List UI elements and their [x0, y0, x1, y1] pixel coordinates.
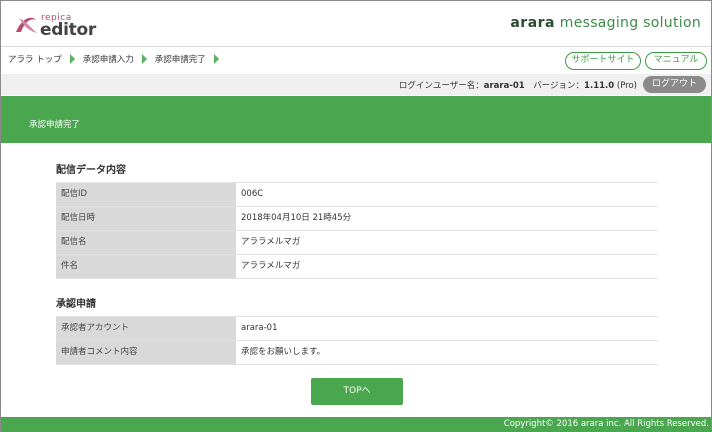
row-label: 配信ID	[56, 183, 236, 206]
login-user-prefix: ログインユーザー名：	[398, 81, 484, 91]
breadcrumb: アララ トップ 承認申請入力 承認申請完了	[8, 53, 227, 65]
breadcrumb-item-complete: 承認申請完了	[154, 55, 206, 65]
table-row: 配信ID 006C	[56, 183, 658, 207]
breadcrumb-item-input[interactable]: 承認申請入力	[83, 53, 134, 65]
support-site-button[interactable]: サポートサイト	[565, 52, 641, 70]
row-value: 承認をお願いします。	[236, 341, 658, 364]
row-value: arara-01	[236, 317, 658, 340]
repica-swirl-icon	[16, 17, 37, 33]
user-info-text: ログインユーザー名：arara-01 バージョン：1.11.0 (Pro)	[399, 79, 637, 91]
footer: Copyright© 2016 arara inc. All Rights Re…	[1, 417, 711, 432]
delivery-data-table: 配信ID 006C 配信日時 2018年04月10日 21時45分 配信名 アラ…	[56, 182, 658, 279]
table-row: 配信名 アララメルマガ	[56, 231, 658, 255]
row-value: 006C	[236, 183, 658, 206]
row-label: 申請者コメント内容	[56, 341, 236, 364]
version-suffix: (Pro)	[614, 81, 637, 91]
row-value: 2018年04月10日 21時45分	[236, 207, 658, 230]
breadcrumb-row: アララ トップ 承認申請入力 承認申請完了 サポートサイト マニュアル	[1, 48, 711, 72]
repica-editor-logo[interactable]: repica editor	[13, 10, 123, 40]
user-info-bar: ログインユーザー名：arara-01 バージョン：1.11.0 (Pro) ログ…	[1, 74, 711, 95]
delivery-section-title: 配信データ内容	[56, 165, 126, 176]
app-window: repica editor arara messaging solution ア…	[0, 0, 712, 432]
top-button[interactable]: TOPへ	[311, 378, 403, 405]
row-label: 配信名	[56, 231, 236, 254]
logout-button[interactable]: ログアウト	[643, 76, 706, 93]
brand-logo: arara messaging solution	[510, 15, 701, 31]
triangle-right-icon	[141, 54, 147, 64]
brand-rest-text: messaging solution	[555, 15, 701, 31]
table-row: 配信日時 2018年04月10日 21時45分	[56, 207, 658, 231]
row-value: アララメルマガ	[236, 231, 658, 254]
row-label: 件名	[56, 255, 236, 278]
brand-bold-text: arara	[510, 15, 555, 31]
login-user-name: arara-01	[483, 81, 525, 91]
row-label: 承認者アカウント	[56, 317, 236, 340]
version-prefix: バージョン：	[524, 81, 585, 91]
breadcrumb-item-top[interactable]: アララ トップ	[8, 53, 62, 65]
logo-main-text: editor	[40, 20, 96, 40]
approval-section-title: 承認申請	[56, 299, 96, 310]
table-row: 件名 アララメルマガ	[56, 255, 658, 279]
copyright-text: Copyright© 2016 arara inc. All Rights Re…	[503, 419, 709, 429]
row-label: 配信日時	[56, 207, 236, 230]
table-row: 承認者アカウント arara-01	[56, 317, 658, 341]
page-title-band: 承認申請完了	[1, 96, 711, 143]
row-value: アララメルマガ	[236, 255, 658, 278]
approval-data-table: 承認者アカウント arara-01 申請者コメント内容 承認をお願いします。	[56, 316, 658, 365]
manual-button[interactable]: マニュアル	[645, 52, 707, 70]
table-row: 申請者コメント内容 承認をお願いします。	[56, 341, 658, 365]
version-number: 1.11.0	[584, 81, 615, 91]
header: repica editor arara messaging solution	[1, 1, 711, 47]
page-title: 承認申請完了	[29, 120, 81, 130]
triangle-right-icon	[213, 54, 219, 64]
triangle-right-icon	[69, 54, 75, 64]
